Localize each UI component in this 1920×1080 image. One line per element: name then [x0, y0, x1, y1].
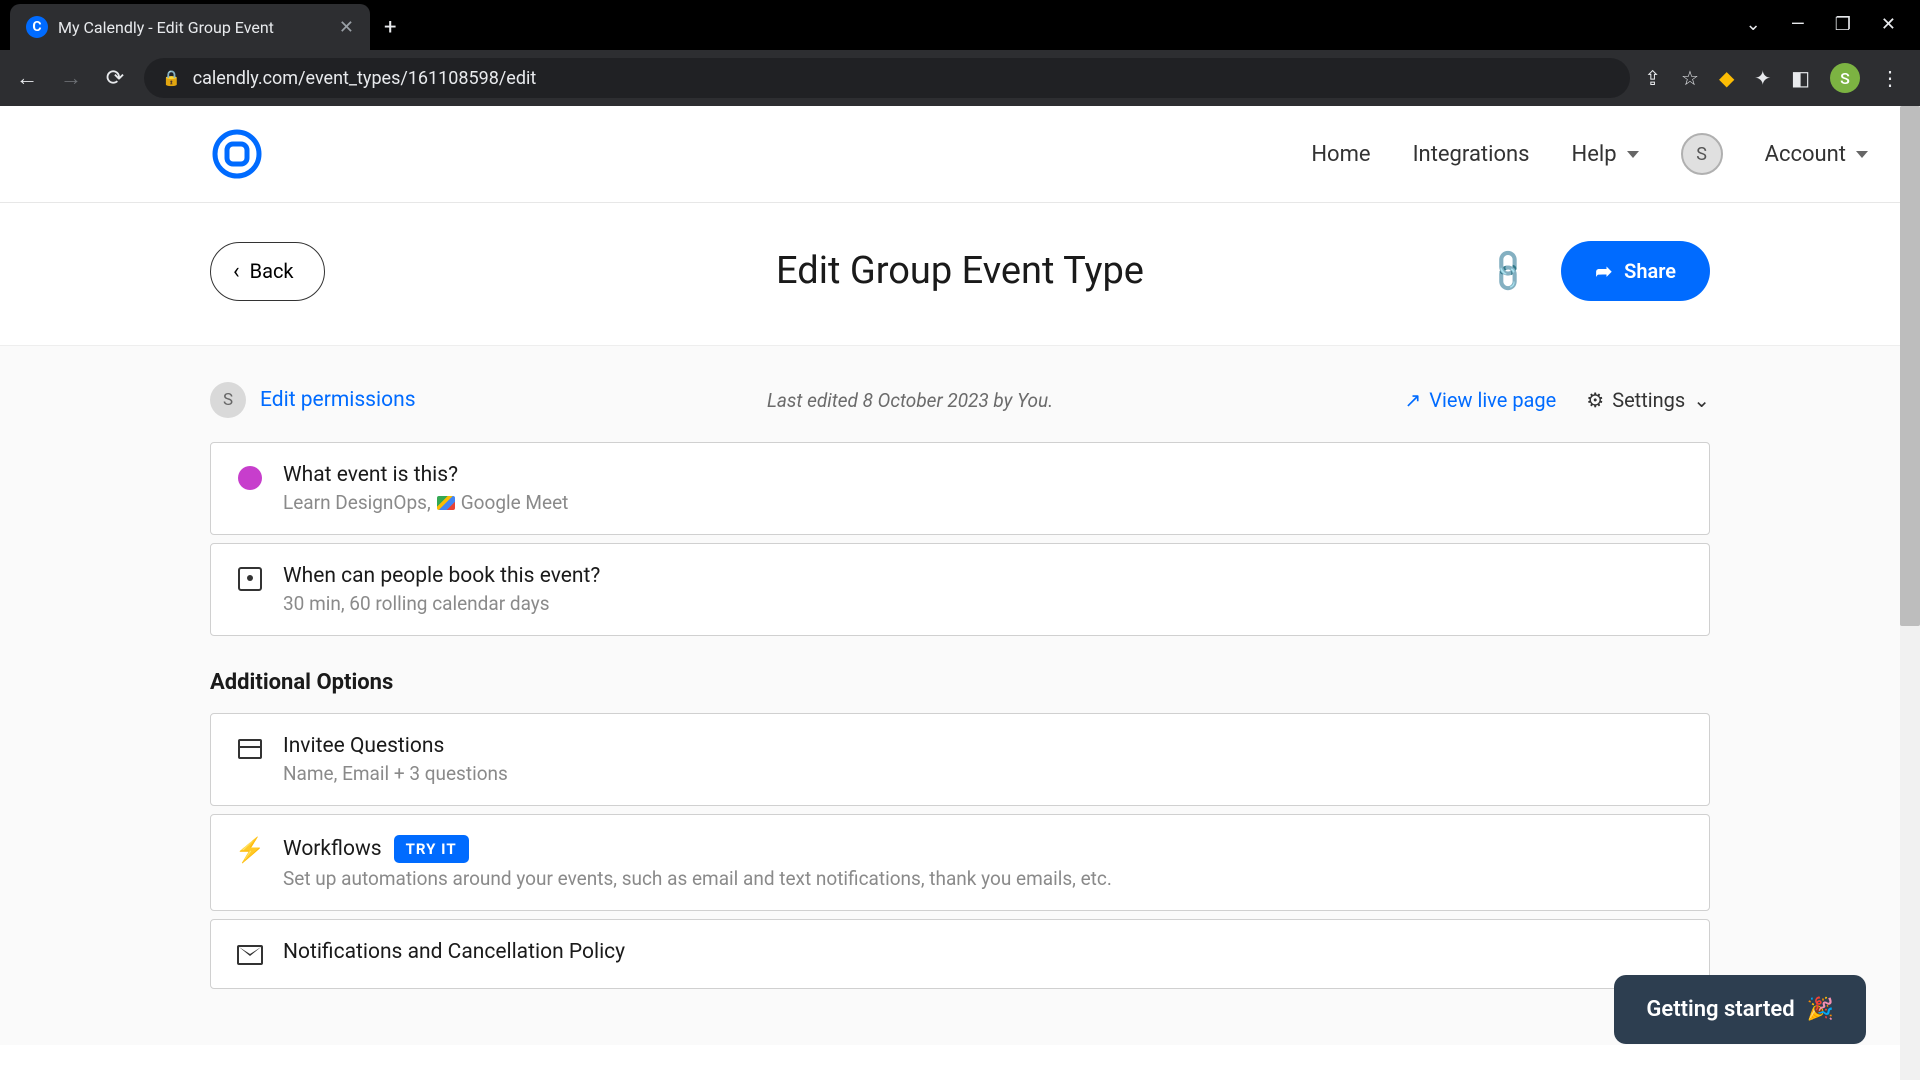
share-arrow-icon: ➦ [1595, 259, 1612, 283]
additional-options-heading: Additional Options [210, 670, 1710, 695]
close-tab-icon[interactable]: ✕ [339, 17, 354, 38]
card-invitee-sub: Name, Email + 3 questions [283, 762, 1683, 785]
top-navigation: Home Integrations Help S Account [0, 106, 1920, 203]
profile-avatar[interactable]: S [1830, 63, 1860, 93]
reload-icon[interactable]: ⟳ [100, 66, 130, 91]
close-window-icon[interactable]: ✕ [1881, 14, 1896, 35]
browser-toolbar: ← → ⟳ 🔒 calendly.com/event_types/1611085… [0, 50, 1920, 106]
card-workflows[interactable]: ⚡ Workflows TRY IT Set up automations ar… [210, 814, 1710, 911]
scrollbar-thumb[interactable] [1900, 106, 1920, 626]
getting-started-label: Getting started [1646, 997, 1794, 1022]
new-tab-button[interactable]: + [370, 5, 410, 50]
content-area: S Edit permissions Last edited 8 October… [0, 345, 1920, 1045]
card-when-sub: 30 min, 60 rolling calendar days [283, 592, 1683, 615]
calendar-icon [238, 567, 262, 591]
nav-account[interactable]: Account [1765, 142, 1868, 167]
share-button[interactable]: ➦ Share [1561, 241, 1710, 301]
card-notifications-title: Notifications and Cancellation Policy [283, 940, 1683, 964]
bookmark-icon[interactable]: ☆ [1681, 66, 1699, 90]
nav-help[interactable]: Help [1572, 142, 1639, 167]
last-edited-text: Last edited 8 October 2023 by You. [767, 389, 1053, 412]
page-subheader: ‹ Back Edit Group Event Type 🔗 ➦ Share [0, 203, 1920, 345]
meta-row: S Edit permissions Last edited 8 October… [210, 382, 1710, 418]
google-meet-icon [437, 496, 455, 510]
forward-nav-icon[interactable]: → [56, 65, 86, 91]
copy-link-icon[interactable]: 🔗 [1483, 245, 1534, 296]
party-popper-icon: 🎉 [1807, 997, 1834, 1022]
address-bar[interactable]: 🔒 calendly.com/event_types/161108598/edi… [144, 58, 1630, 98]
nav-home[interactable]: Home [1311, 142, 1370, 167]
maximize-icon[interactable]: ❐ [1835, 14, 1851, 35]
try-it-badge: TRY IT [394, 835, 469, 863]
back-nav-icon[interactable]: ← [12, 65, 42, 91]
card-when-book[interactable]: When can people book this event? 30 min,… [210, 543, 1710, 636]
card-what-event[interactable]: What event is this? Learn DesignOps, Goo… [210, 442, 1710, 535]
share-label: Share [1624, 259, 1676, 283]
lock-icon: 🔒 [162, 69, 181, 87]
nav-integrations[interactable]: Integrations [1413, 142, 1530, 167]
card-what-sub: Learn DesignOps, Google Meet [283, 491, 1683, 514]
browser-titlebar: C My Calendly - Edit Group Event ✕ + ⌄ —… [0, 0, 1920, 50]
sidepanel-icon[interactable]: ◧ [1791, 66, 1810, 90]
extensions-icon[interactable]: ✦ [1754, 66, 1771, 90]
event-color-dot [238, 466, 262, 490]
window-controls: ⌄ — ❐ ✕ [1722, 0, 1920, 49]
chevron-left-icon: ‹ [233, 259, 240, 284]
card-workflows-sub: Set up automations around your events, s… [283, 867, 1683, 890]
card-workflows-title: Workflows TRY IT [283, 835, 1683, 863]
back-button[interactable]: ‹ Back [210, 242, 325, 301]
owner-avatar: S [210, 382, 246, 418]
card-when-title: When can people book this event? [283, 564, 1683, 588]
calendly-logo[interactable] [210, 127, 264, 181]
browser-tab[interactable]: C My Calendly - Edit Group Event ✕ [10, 4, 370, 50]
share-page-icon[interactable]: ⇪ [1644, 66, 1661, 90]
card-invitee-questions[interactable]: Invitee Questions Name, Email + 3 questi… [210, 713, 1710, 806]
back-label: Back [250, 259, 294, 283]
tab-title: My Calendly - Edit Group Event [58, 18, 329, 37]
url-text: calendly.com/event_types/161108598/edit [193, 68, 537, 89]
extension-pin-icon[interactable]: ◆ [1719, 66, 1734, 90]
user-avatar[interactable]: S [1681, 133, 1723, 175]
view-live-link[interactable]: ↗ View live page [1405, 388, 1557, 412]
edit-permissions-link[interactable]: Edit permissions [260, 388, 416, 412]
calendly-favicon: C [26, 16, 48, 38]
gear-icon: ⚙ [1586, 388, 1604, 412]
card-invitee-title: Invitee Questions [283, 734, 1683, 758]
form-icon [238, 739, 262, 759]
page-scrollbar[interactable] [1900, 106, 1920, 1080]
mail-icon [237, 945, 263, 965]
settings-dropdown[interactable]: ⚙ Settings ⌄ [1586, 388, 1710, 412]
chevron-down-icon: ⌄ [1693, 388, 1710, 412]
getting-started-widget[interactable]: Getting started 🎉 [1614, 975, 1866, 1044]
kebab-menu-icon[interactable]: ⋮ [1880, 66, 1900, 90]
page-viewport: Home Integrations Help S Account ‹ Back … [0, 106, 1920, 1080]
minimize-icon[interactable]: — [1791, 14, 1805, 35]
tabs-dropdown-icon[interactable]: ⌄ [1746, 14, 1761, 35]
page-title: Edit Group Event Type [776, 249, 1144, 293]
card-what-title: What event is this? [283, 463, 1683, 487]
card-notifications[interactable]: Notifications and Cancellation Policy [210, 919, 1710, 989]
external-link-icon: ↗ [1405, 388, 1422, 412]
bolt-icon: ⚡ [235, 836, 265, 864]
